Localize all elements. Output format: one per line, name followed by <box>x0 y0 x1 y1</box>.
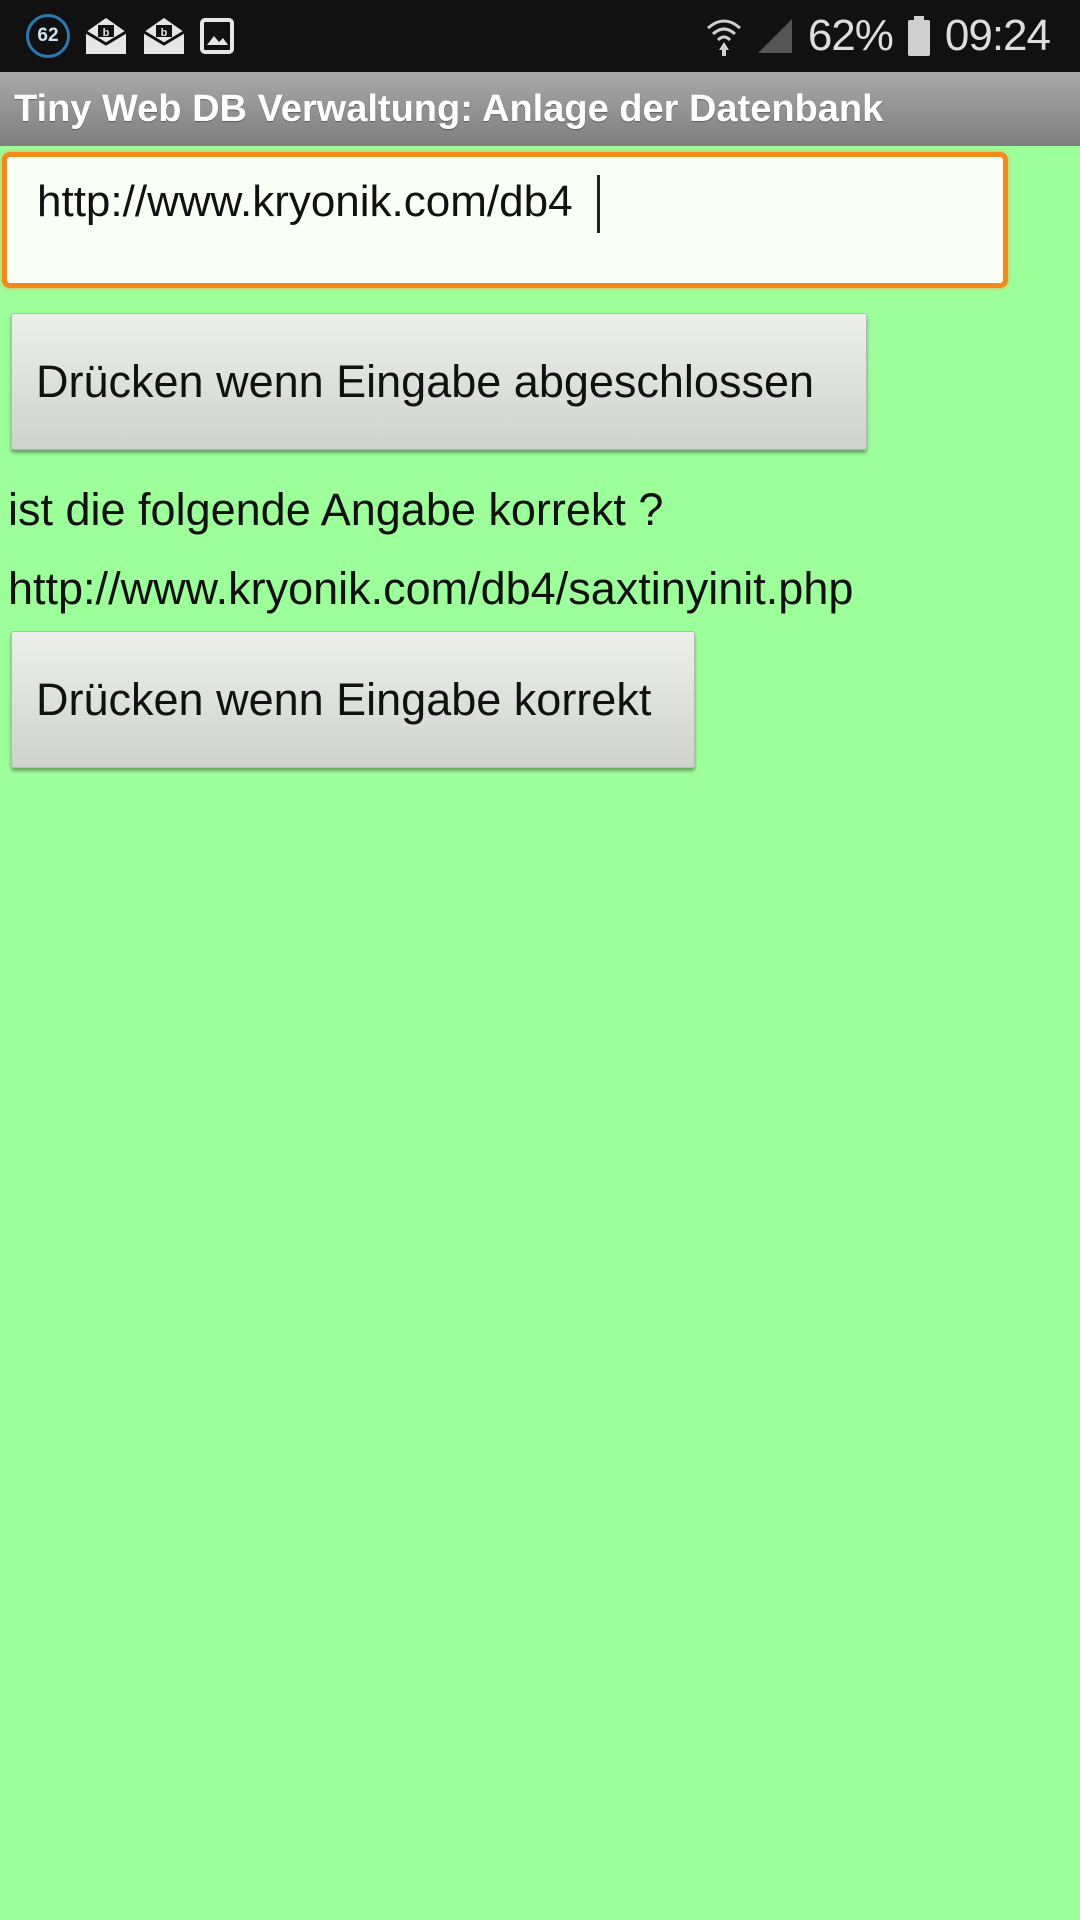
battery-icon <box>907 15 931 57</box>
submit-input-button[interactable]: Drücken wenn Eingabe abgeschlossen <box>11 313 867 450</box>
confirmation-question: ist die folgende Angabe korrekt ? <box>8 484 664 535</box>
notification-counter-icon: 62 <box>26 14 70 58</box>
svg-text:b: b <box>161 27 168 39</box>
url-input[interactable] <box>37 177 937 227</box>
confirm-correct-button[interactable]: Drücken wenn Eingabe korrekt <box>11 631 695 768</box>
mail-icon: b <box>84 16 128 56</box>
clock: 09:24 <box>944 11 1051 60</box>
resolved-url-text: http://www.kryonik.com/db4/saxtinyinit.p… <box>8 563 854 614</box>
system-status: 62% 09:24 <box>706 0 1051 72</box>
app-title: Tiny Web DB Verwaltung: Anlage der Daten… <box>0 72 1080 146</box>
battery-percent: 62% <box>807 11 894 60</box>
url-input-container[interactable] <box>2 152 1008 288</box>
wifi-icon <box>706 16 742 56</box>
notification-icons: 62 b b <box>26 14 234 58</box>
mail-icon: b <box>142 16 186 56</box>
svg-text:b: b <box>103 27 110 39</box>
status-bar: 62 b b 62% 09:24 <box>0 0 1080 72</box>
signal-icon <box>756 17 794 55</box>
text-caret <box>597 175 600 233</box>
image-icon <box>200 18 234 54</box>
